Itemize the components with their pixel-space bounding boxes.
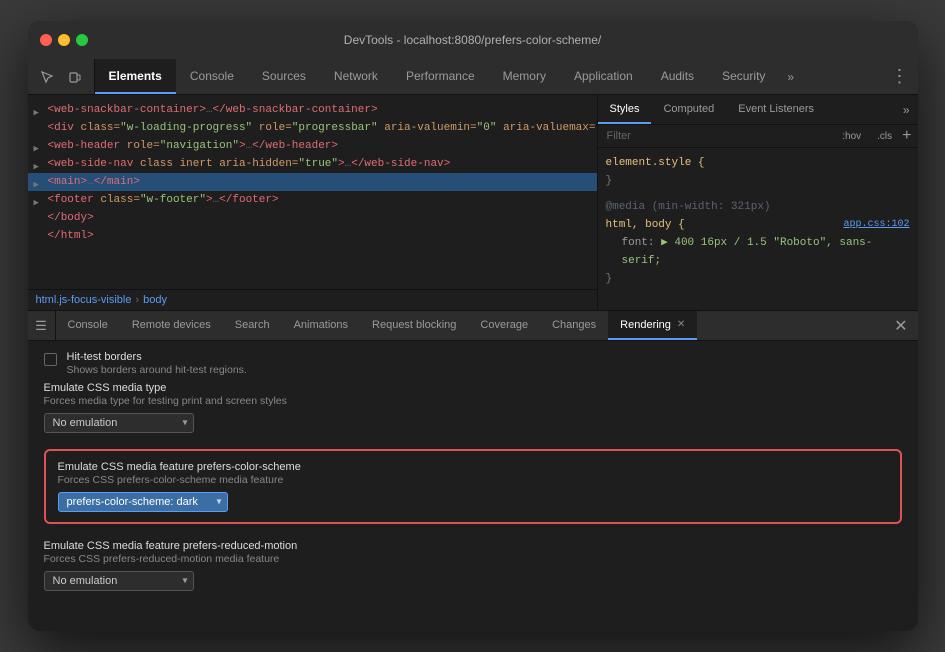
elements-panel: ▶ <web-snackbar-container>…</web-snackba… [28,95,598,310]
breadcrumb-item[interactable]: body [143,294,167,306]
prefers-reduced-motion-label: Emulate CSS media feature prefers-reduce… [44,540,902,552]
prefers-color-scheme-desc: Forces CSS prefers-color-scheme media fe… [58,474,888,486]
maximize-button[interactable] [76,34,88,46]
rendering-panel: Hit-test borders Shows borders around hi… [28,341,918,631]
html-line[interactable]: ▶ <footer class="w-footer">…</footer> [28,191,597,209]
css-selector: element.style { [606,157,705,169]
hov-button[interactable]: :hov [836,129,867,144]
css-media-type-select[interactable]: No emulation print screen [44,413,194,433]
html-line[interactable]: ▶ <web-side-nav class inert aria-hidden=… [28,155,597,173]
prefers-color-scheme-select-wrapper: No emulation prefers-color-scheme: light… [58,492,228,512]
prefers-color-scheme-label: Emulate CSS media feature prefers-color-… [58,461,888,473]
styles-panel: Styles Computed Event Listeners » :hov .… [598,95,918,310]
styles-tab-bar: Styles Computed Event Listeners » [598,95,918,125]
prefers-color-scheme-section: Emulate CSS media feature prefers-color-… [44,449,902,524]
css-media-type-select-wrap: No emulation print screen [44,413,902,433]
hit-test-text: Hit-test borders Shows borders around hi… [67,351,247,376]
drawer-tab-search[interactable]: Search [223,311,282,340]
drawer-menu-icon[interactable]: ☰ [28,311,56,340]
hit-test-section: Hit-test borders Shows borders around hi… [44,351,902,376]
tab-security[interactable]: Security [708,59,779,94]
styles-filter-bar: :hov .cls + [598,125,918,148]
tab-sources[interactable]: Sources [248,59,320,94]
breadcrumb-sep: › [135,294,139,306]
add-style-button[interactable]: + [902,128,911,144]
cls-button[interactable]: .cls [871,129,898,144]
drawer-tab-request-blocking[interactable]: Request blocking [360,311,468,340]
css-media-query: @media (min-width: 321px) [606,201,771,213]
minimize-button[interactable] [58,34,70,46]
toolbar-icon-group [28,59,95,94]
titlebar: DevTools - localhost:8080/prefers-color-… [28,21,918,59]
html-line[interactable]: <div class="w-loading-progress" role="pr… [28,119,597,137]
hit-test-label: Hit-test borders [67,351,247,363]
css-rules-view: element.style { } @media (min-width: 321… [598,148,918,310]
styles-more-button[interactable]: » [895,95,918,124]
tab-event-listeners[interactable]: Event Listeners [726,95,826,124]
tab-console[interactable]: Console [176,59,248,94]
drawer-tab-rendering[interactable]: Rendering ✕ [608,311,697,340]
breadcrumb: html.js-focus-visible › body [28,289,597,310]
window-title: DevTools - localhost:8080/prefers-color-… [344,33,601,47]
close-rendering-tab[interactable]: ✕ [677,319,685,330]
drawer-tab-console[interactable]: Console [56,311,120,340]
drawer-tab-animations[interactable]: Animations [282,311,360,340]
css-media-type-label: Emulate CSS media type [44,382,902,394]
drawer-tab-remote-devices[interactable]: Remote devices [120,311,223,340]
prefers-color-scheme-select[interactable]: No emulation prefers-color-scheme: light… [58,492,228,512]
tab-application[interactable]: Application [560,59,647,94]
breadcrumb-item[interactable]: html.js-focus-visible [36,294,132,306]
html-tree[interactable]: ▶ <web-snackbar-container>…</web-snackba… [28,95,597,289]
tab-performance[interactable]: Performance [392,59,489,94]
css-prop-row: font: ▶ 400 16px / 1.5 "Roboto", sans-se… [606,234,910,270]
close-button[interactable] [40,34,52,46]
traffic-lights [40,34,88,46]
html-line[interactable]: ▶ <web-header role="navigation">…</web-h… [28,137,597,155]
drawer-tab-bar: ☰ Console Remote devices Search Animatio… [28,311,918,341]
html-line[interactable]: ▶ <web-snackbar-container>…</web-snackba… [28,101,597,119]
tab-styles[interactable]: Styles [598,95,652,124]
prefers-reduced-motion-section: Emulate CSS media feature prefers-reduce… [44,540,902,591]
prefers-reduced-motion-desc: Forces CSS prefers-reduced-motion media … [44,553,902,565]
styles-filter-input[interactable] [604,127,833,145]
css-selector: html, body { [606,219,685,231]
css-rule-element-style: element.style { } [606,154,910,190]
css-rule-media: @media (min-width: 321px) html, body { a… [606,198,910,288]
prefers-color-scheme-select-wrap: No emulation prefers-color-scheme: light… [58,492,888,512]
tab-audits[interactable]: Audits [647,59,708,94]
inspect-icon[interactable] [34,64,60,90]
prefers-reduced-motion-select-wrap: No emulation reduce [44,571,902,591]
css-media-type-desc: Forces media type for testing print and … [44,395,902,407]
css-source-link[interactable]: app.css:102 [843,216,909,234]
devtools-window: DevTools - localhost:8080/prefers-color-… [28,21,918,631]
main-content: ▶ <web-snackbar-container>…</web-snackba… [28,95,918,310]
drawer-tab-changes[interactable]: Changes [540,311,608,340]
main-toolbar: Elements Console Sources Network Perform… [28,59,918,95]
more-tabs-button[interactable]: » [779,59,802,94]
html-line[interactable]: </body> [28,209,597,227]
hit-test-desc: Shows borders around hit-test regions. [67,364,247,376]
kebab-menu-button[interactable]: ⋮ [883,59,918,94]
tab-memory[interactable]: Memory [489,59,560,94]
html-line[interactable]: </html> [28,227,597,245]
drawer-close-button[interactable]: ✕ [884,311,917,340]
html-line-selected[interactable]: ▶ <main>…</main> [28,173,597,191]
css-media-type-select-wrapper: No emulation print screen [44,413,194,433]
tab-computed[interactable]: Computed [651,95,726,124]
drawer-tab-coverage[interactable]: Coverage [468,311,540,340]
bottom-drawer: ☰ Console Remote devices Search Animatio… [28,310,918,631]
tab-network[interactable]: Network [320,59,392,94]
hit-test-checkbox[interactable] [44,353,57,366]
css-media-type-section: Emulate CSS media type Forces media type… [44,382,902,433]
prefers-reduced-motion-select-wrapper: No emulation reduce [44,571,194,591]
main-tabs: Elements Console Sources Network Perform… [95,59,883,94]
prefers-reduced-motion-select[interactable]: No emulation reduce [44,571,194,591]
tab-elements[interactable]: Elements [95,59,176,94]
device-icon[interactable] [62,64,88,90]
